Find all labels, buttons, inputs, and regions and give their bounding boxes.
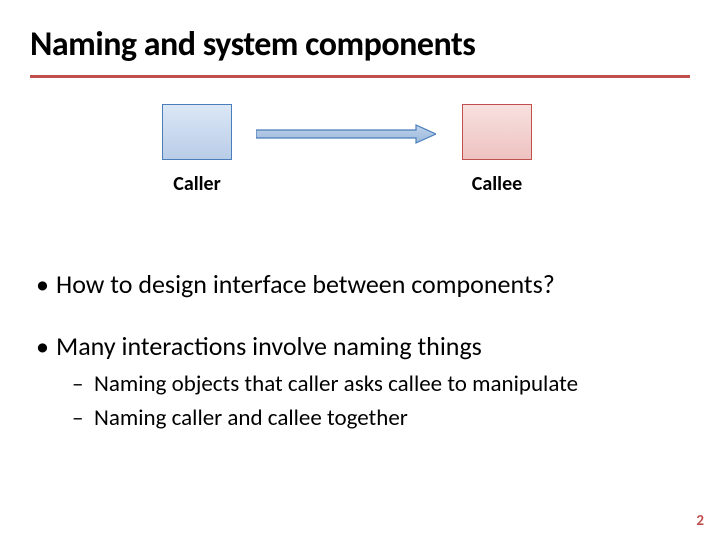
title-underline (30, 75, 690, 78)
caller-box (162, 104, 232, 160)
dash-icon: – (72, 404, 94, 432)
bullet-2-text: Many interactions involve naming things (56, 330, 482, 362)
sub-bullet-2-text: Naming caller and callee together (94, 404, 408, 432)
bullet-list: •How to design interface between compone… (30, 268, 690, 432)
slide: Naming and system components Caller Call… (0, 0, 720, 540)
slide-title: Naming and system components (30, 24, 690, 65)
sub-bullet-1-text: Naming objects that caller asks callee t… (94, 370, 578, 398)
bullet-dot-icon: • (36, 330, 56, 362)
arrow-icon (256, 124, 436, 144)
bullet-dot-icon: • (36, 268, 56, 300)
sub-bullet-1: –Naming objects that caller asks callee … (72, 370, 690, 398)
bullet-2: •Many interactions involve naming things (36, 330, 690, 362)
bullet-1: •How to design interface between compone… (36, 268, 690, 300)
caller-label: Caller (142, 172, 252, 196)
bullet-1-text: How to design interface between componen… (56, 268, 555, 300)
sub-bullet-2: –Naming caller and callee together (72, 404, 690, 432)
diagram: Caller Callee (30, 90, 690, 250)
page-number: 2 (696, 512, 704, 530)
callee-label: Callee (442, 172, 552, 196)
dash-icon: – (72, 370, 94, 398)
callee-box (462, 104, 532, 160)
